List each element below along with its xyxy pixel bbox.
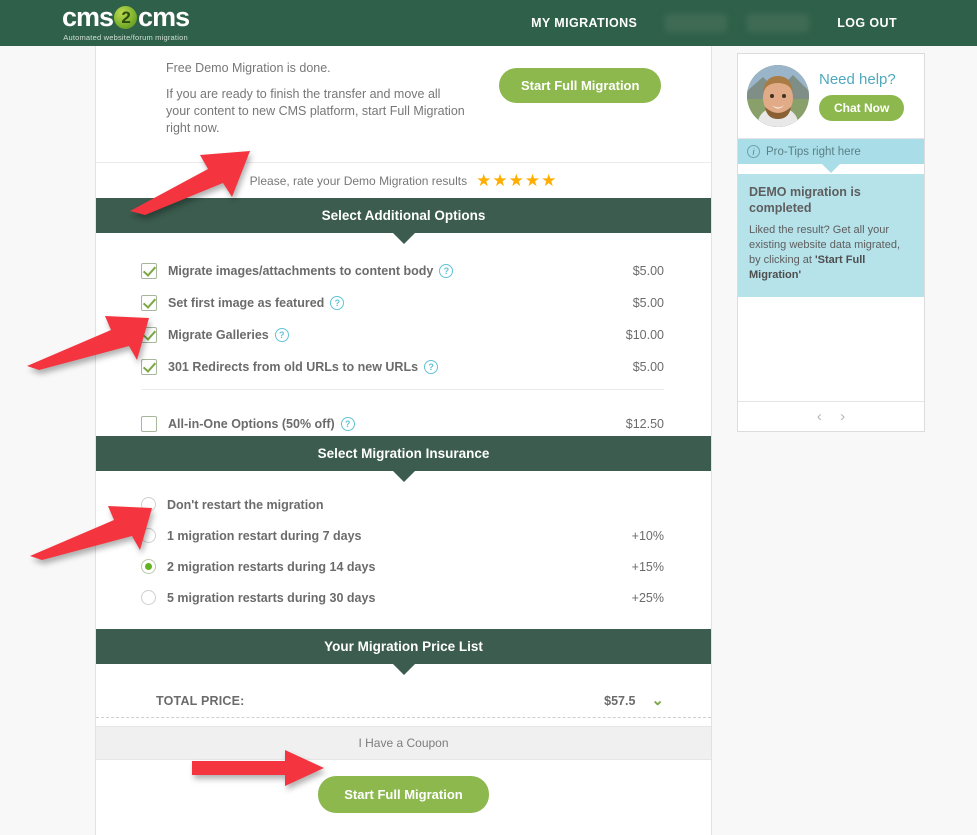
insurance-row[interactable]: 2 migration restarts during 14 days +15% — [96, 551, 711, 582]
total-price-value: $57.5 — [604, 693, 636, 708]
star-rating-icon[interactable]: ★★★★★ — [476, 172, 557, 189]
nav-log-out[interactable]: LOG OUT — [819, 16, 915, 30]
option-label: All-in-One Options (50% off) — [168, 417, 335, 431]
option-row[interactable]: 301 Redirects from old URLs to new URLs … — [96, 351, 711, 383]
avatar-photo — [747, 65, 809, 127]
option-row[interactable]: Set first image as featured ? $5.00 — [96, 287, 711, 319]
help-icon[interactable]: ? — [274, 328, 289, 342]
insurance-row[interactable]: 1 migration restart during 7 days +10% — [96, 520, 711, 551]
option-label: Migrate images/attachments to content bo… — [168, 264, 434, 278]
need-help-title: Need help? — [819, 71, 896, 88]
option-row-all-in-one[interactable]: All-in-One Options (50% off) ? $12.50 — [96, 400, 711, 432]
avatar — [747, 65, 809, 127]
help-icon[interactable]: ? — [340, 417, 355, 431]
help-sidebar: Need help? Chat Now i Pro-Tips right her… — [737, 53, 925, 432]
demo-done-text: Free Demo Migration is done. If you are … — [166, 60, 466, 146]
checkbox-migrate-images[interactable] — [141, 263, 157, 279]
help-icon[interactable]: ? — [330, 296, 345, 310]
section-header-price-list: Your Migration Price List — [96, 629, 711, 664]
insurance-options-list: Don't restart the migration 1 migration … — [96, 471, 711, 629]
checkbox-migrate-galleries[interactable] — [141, 327, 157, 343]
protips-bar[interactable]: i Pro-Tips right here — [738, 139, 924, 164]
radio-5-restarts-30-days[interactable] — [141, 590, 156, 605]
option-label: 301 Redirects from old URLs to new URLs — [168, 360, 419, 374]
insurance-row[interactable]: 5 migration restarts during 30 days +25% — [96, 582, 711, 613]
option-price: $5.00 — [632, 360, 664, 374]
insurance-price: +15% — [631, 559, 664, 574]
main-nav: MY MIGRATIONS LOG OUT — [513, 0, 977, 46]
help-icon[interactable]: ? — [439, 264, 454, 278]
start-full-migration-button-top[interactable]: Start Full Migration — [499, 68, 662, 103]
radio-no-restart[interactable] — [141, 497, 156, 512]
option-price: $5.00 — [632, 264, 664, 278]
insurance-row[interactable]: Don't restart the migration — [96, 489, 711, 520]
demo-done-block: Free Demo Migration is done. If you are … — [96, 46, 711, 162]
start-full-migration-button-bottom[interactable]: Start Full Migration — [318, 776, 489, 813]
option-label: Migrate Galleries — [168, 328, 269, 342]
option-price: $5.00 — [632, 296, 664, 310]
option-row[interactable]: Migrate Galleries ? $10.00 — [96, 319, 711, 351]
protips-label: Pro-Tips right here — [766, 145, 861, 158]
checkbox-set-first-image-featured[interactable] — [141, 295, 157, 311]
need-help-right: Need help? Chat Now — [819, 71, 905, 121]
page-body: Free Demo Migration is done. If you are … — [0, 46, 977, 835]
chat-now-button[interactable]: Chat Now — [819, 95, 905, 121]
need-help-box: Need help? Chat Now — [738, 54, 924, 139]
logo-text-right: cms — [138, 2, 190, 32]
demo-done-line2: If you are ready to finish the transfer … — [166, 87, 465, 135]
rating-label: Please, rate your Demo Migration results — [249, 173, 468, 188]
option-label: Set first image as featured — [168, 296, 325, 310]
insurance-label: 1 migration restart during 7 days — [167, 528, 362, 543]
option-price: $10.00 — [625, 328, 664, 342]
insurance-label: 2 migration restarts during 14 days — [167, 559, 376, 574]
additional-options-list: Migrate images/attachments to content bo… — [96, 233, 711, 436]
cta-block: Start Full Migration — [96, 760, 711, 835]
option-price: $12.50 — [625, 417, 664, 431]
total-price-label: TOTAL PRICE: — [156, 693, 245, 708]
logo-text-left: cms — [62, 2, 114, 32]
tip-notch — [738, 164, 924, 174]
rating-row: Please, rate your Demo Migration results… — [96, 162, 711, 198]
tip-title: DEMO migration is completed — [749, 185, 861, 215]
logo-badge-icon: 2 — [114, 6, 138, 29]
insurance-label: 5 migration restarts during 30 days — [167, 590, 376, 605]
insurance-price: +25% — [631, 590, 664, 605]
radio-2-restarts-14-days[interactable] — [141, 559, 156, 574]
section-header-migration-insurance: Select Migration Insurance — [96, 436, 711, 471]
checkbox-all-in-one[interactable] — [141, 416, 157, 432]
radio-1-restart-7-days[interactable] — [141, 528, 156, 543]
logo-wordmark: cms 2 cms — [62, 2, 190, 32]
help-icon[interactable]: ? — [424, 360, 439, 374]
info-icon: i — [747, 145, 760, 158]
demo-done-line1: Free Demo Migration is done. — [166, 61, 331, 75]
chevron-down-icon[interactable]: ⌄ — [651, 693, 664, 708]
insurance-label: Don't restart the migration — [167, 497, 324, 512]
section-header-additional-options: Select Additional Options — [96, 198, 711, 233]
coupon-link[interactable]: I Have a Coupon — [96, 726, 711, 760]
logo[interactable]: cms 2 cms Automated website/forum migrat… — [62, 2, 190, 43]
main-content-panel: Free Demo Migration is done. If you are … — [95, 46, 712, 835]
chevron-left-icon[interactable]: ‹ — [810, 408, 829, 425]
nav-redacted-item-2[interactable] — [747, 14, 810, 32]
nav-redacted-item-1[interactable] — [665, 14, 728, 32]
tip-card: DEMO migration is completed Liked the re… — [738, 174, 924, 297]
insurance-price: +10% — [631, 528, 664, 543]
tip-pager: ‹ › — [738, 401, 924, 431]
nav-my-migrations[interactable]: MY MIGRATIONS — [513, 16, 655, 30]
options-divider — [141, 389, 664, 390]
option-row[interactable]: Migrate images/attachments to content bo… — [96, 255, 711, 287]
tip-empty-space — [738, 297, 924, 401]
chevron-right-icon[interactable]: › — [833, 408, 852, 425]
tip-body: Liked the result? Get all your existing … — [749, 223, 913, 283]
total-price-row: TOTAL PRICE: $57.5 ⌄ — [96, 684, 711, 718]
checkbox-301-redirects[interactable] — [141, 359, 157, 375]
site-header: cms 2 cms Automated website/forum migrat… — [0, 0, 977, 46]
logo-tagline: Automated website/forum migration — [63, 33, 188, 42]
